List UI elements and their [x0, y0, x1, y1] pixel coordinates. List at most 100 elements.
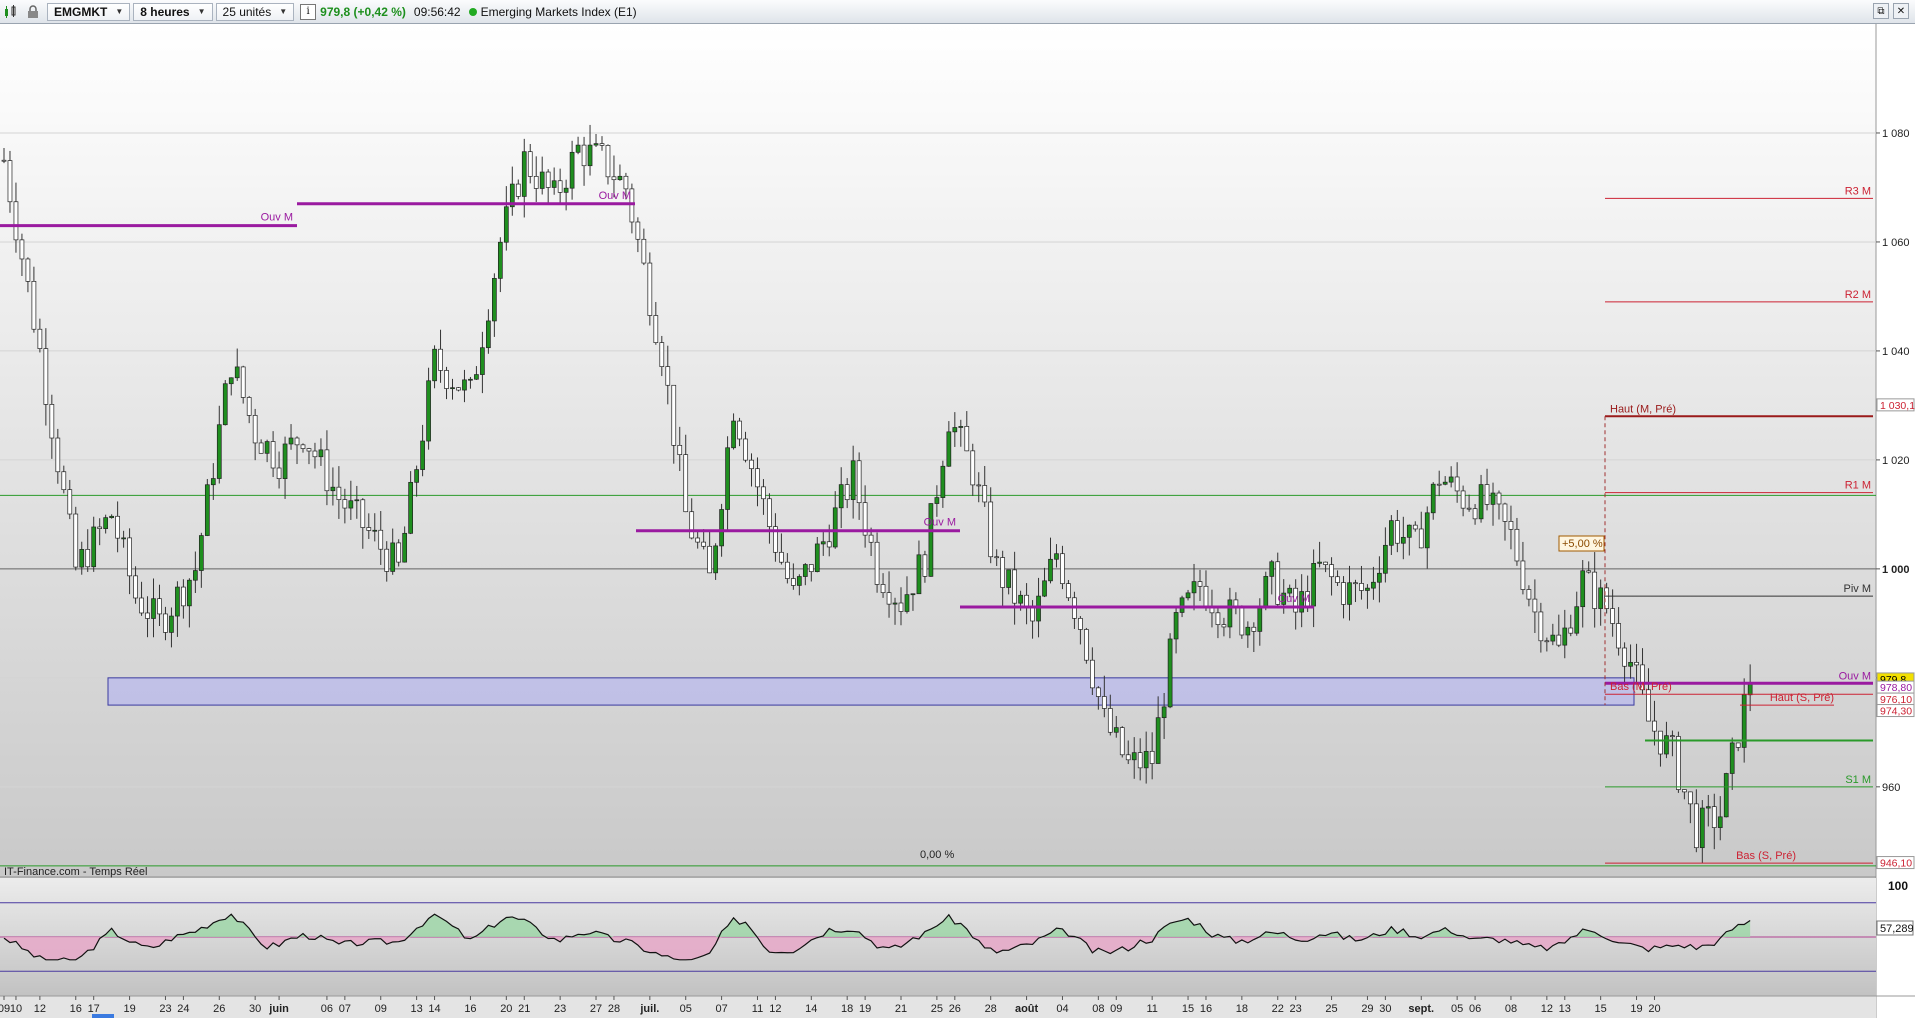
- time-tick-label: 19: [1630, 1003, 1642, 1015]
- price-tick-label: 1 080: [1882, 128, 1910, 140]
- candle-up: [474, 374, 479, 380]
- candle-up: [1723, 773, 1729, 818]
- time-tick-label: 19: [123, 1003, 135, 1015]
- candle-down: [653, 315, 659, 343]
- candle-up: [1729, 742, 1735, 774]
- candle-up: [198, 535, 204, 571]
- previous-level-label: Haut (S, Pré): [1770, 692, 1834, 704]
- time-tick-label: 12: [769, 1003, 781, 1015]
- candle-up: [593, 143, 599, 146]
- time-tick-label: 09: [375, 1003, 387, 1015]
- candle-down: [1394, 520, 1400, 544]
- time-tick-label: 25: [931, 1003, 943, 1015]
- candle-up: [539, 171, 545, 189]
- price-plot-area[interactable]: [0, 24, 1876, 876]
- units-selector[interactable]: 25 unités ▼: [215, 2, 295, 21]
- previous-level-label: Bas (S, Pré): [1736, 850, 1796, 862]
- candle-up: [569, 151, 575, 189]
- candle-down: [127, 537, 132, 577]
- price-tick-label: 1 020: [1882, 455, 1910, 467]
- candle-down: [1060, 553, 1065, 584]
- candle-up: [282, 443, 288, 479]
- candle-down: [306, 448, 312, 452]
- candle-up: [1377, 572, 1382, 583]
- candle-down: [533, 176, 539, 189]
- info-icon[interactable]: i: [300, 3, 317, 20]
- candle-up: [1365, 587, 1370, 591]
- candle-down: [647, 262, 653, 316]
- time-tick-label: 14: [428, 1003, 440, 1015]
- price-chart[interactable]: Ouv M Ouv M Ouv M Ouv M R3 M R2 M R1 M Piv M Ou…: [0, 24, 1915, 1018]
- time-tick-label: 08: [1505, 1003, 1517, 1015]
- timeframe-label: 8 heures: [140, 4, 190, 19]
- candle-down: [133, 575, 138, 599]
- candle-up: [420, 440, 425, 470]
- candle-down: [1622, 647, 1627, 667]
- close-icon[interactable]: ✕: [1893, 3, 1909, 19]
- candle-up: [832, 507, 838, 548]
- candle-down: [384, 548, 390, 572]
- oscillator-value: 57,289: [1880, 923, 1914, 935]
- chart-type-icon[interactable]: [0, 1, 22, 23]
- candle-down: [1610, 608, 1615, 624]
- candle-down: [1682, 789, 1687, 793]
- time-tick-label: 19: [859, 1003, 871, 1015]
- candle-up: [1048, 558, 1053, 582]
- candle-up: [264, 441, 270, 454]
- time-tick-label: 29: [1361, 1003, 1373, 1015]
- candle-down: [1568, 627, 1574, 634]
- candle-up: [1042, 580, 1047, 597]
- support-zone-rect: [107, 677, 1635, 706]
- candle-up: [193, 570, 198, 581]
- time-tick-label: 12: [1541, 1003, 1553, 1015]
- monthly-open-label: Ouv M: [261, 212, 293, 224]
- candle-up: [222, 383, 228, 426]
- candle-down: [1496, 492, 1502, 505]
- candle-up: [330, 486, 336, 492]
- chevron-down-icon: ▼: [279, 7, 288, 16]
- time-tick-label: 04: [1056, 1003, 1068, 1015]
- candle-up: [1173, 612, 1179, 640]
- time-tick-label: 12: [34, 1003, 46, 1015]
- symbol-selector[interactable]: EMGMKT ▼: [47, 2, 131, 21]
- candle-up: [1227, 599, 1233, 628]
- candle-up: [390, 542, 396, 572]
- candle-up: [210, 478, 216, 486]
- candle-down: [898, 602, 904, 612]
- candle-down: [970, 450, 976, 486]
- candle-down: [85, 549, 91, 568]
- candle-down: [1711, 806, 1717, 828]
- time-tick-label: 30: [249, 1003, 261, 1015]
- candle-down: [886, 592, 892, 605]
- time-tick-label: 24: [177, 1003, 189, 1015]
- restore-icon[interactable]: ⧉: [1873, 3, 1889, 19]
- candle-down: [707, 545, 712, 574]
- candle-down: [240, 366, 246, 398]
- candle-up: [958, 426, 964, 428]
- candle-up: [480, 347, 485, 375]
- data-source-label: IT-Finance.com - Temps Réel: [4, 866, 147, 878]
- candle-down: [1693, 803, 1699, 849]
- time-tick-label: 09: [0, 1003, 10, 1015]
- candle-up: [372, 529, 378, 532]
- candle-down: [1197, 581, 1203, 587]
- candle-down: [779, 551, 784, 563]
- price-tick-label: 1 000: [1882, 564, 1910, 576]
- symbol-label: EMGMKT: [54, 4, 108, 19]
- candle-up: [719, 509, 724, 547]
- candle-up: [910, 593, 916, 596]
- window-controls: ⧉ ✕: [1873, 3, 1909, 19]
- time-tick-label: 22: [1272, 1003, 1284, 1015]
- candle-down: [31, 280, 37, 330]
- candle-down: [139, 597, 144, 614]
- time-tick-label: août: [1015, 1003, 1039, 1015]
- annotation-zero-percent: 0,00 %: [920, 849, 954, 861]
- candle-down: [444, 370, 449, 389]
- lock-icon[interactable]: [22, 1, 44, 23]
- candle-down: [1676, 736, 1681, 790]
- candle-up: [169, 615, 174, 633]
- candle-down: [37, 328, 43, 349]
- timeframe-selector[interactable]: 8 heures ▼: [133, 2, 213, 21]
- time-tick-label: 16: [1200, 1003, 1212, 1015]
- candle-up: [1430, 483, 1436, 514]
